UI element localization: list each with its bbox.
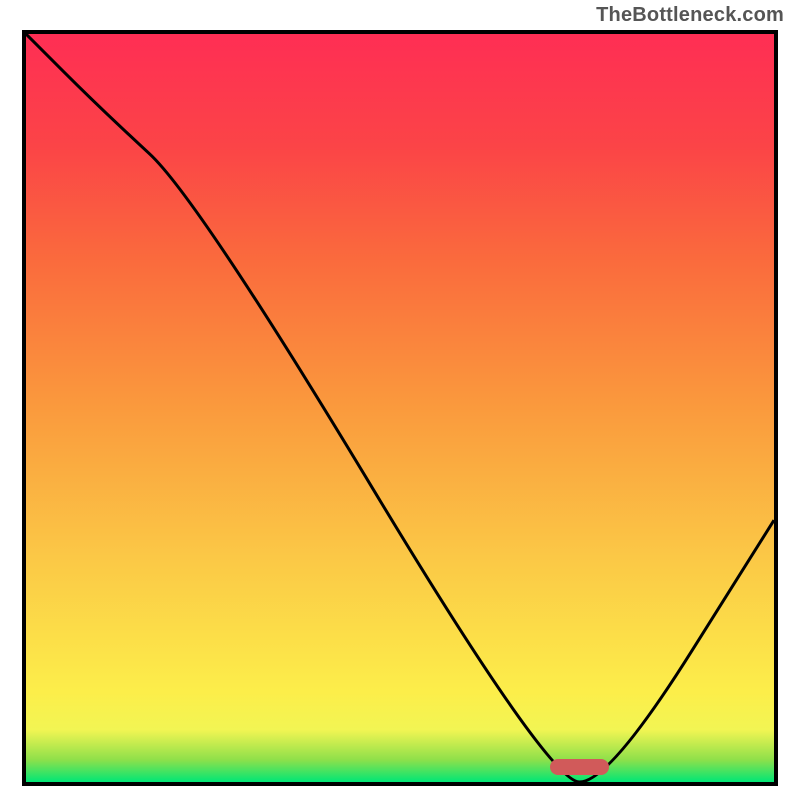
optimal-range-marker	[550, 759, 610, 775]
watermark-label: TheBottleneck.com	[596, 4, 784, 27]
bottleneck-curve	[26, 34, 774, 782]
chart-container: TheBottleneck.com	[0, 0, 800, 800]
plot-area	[22, 30, 778, 786]
